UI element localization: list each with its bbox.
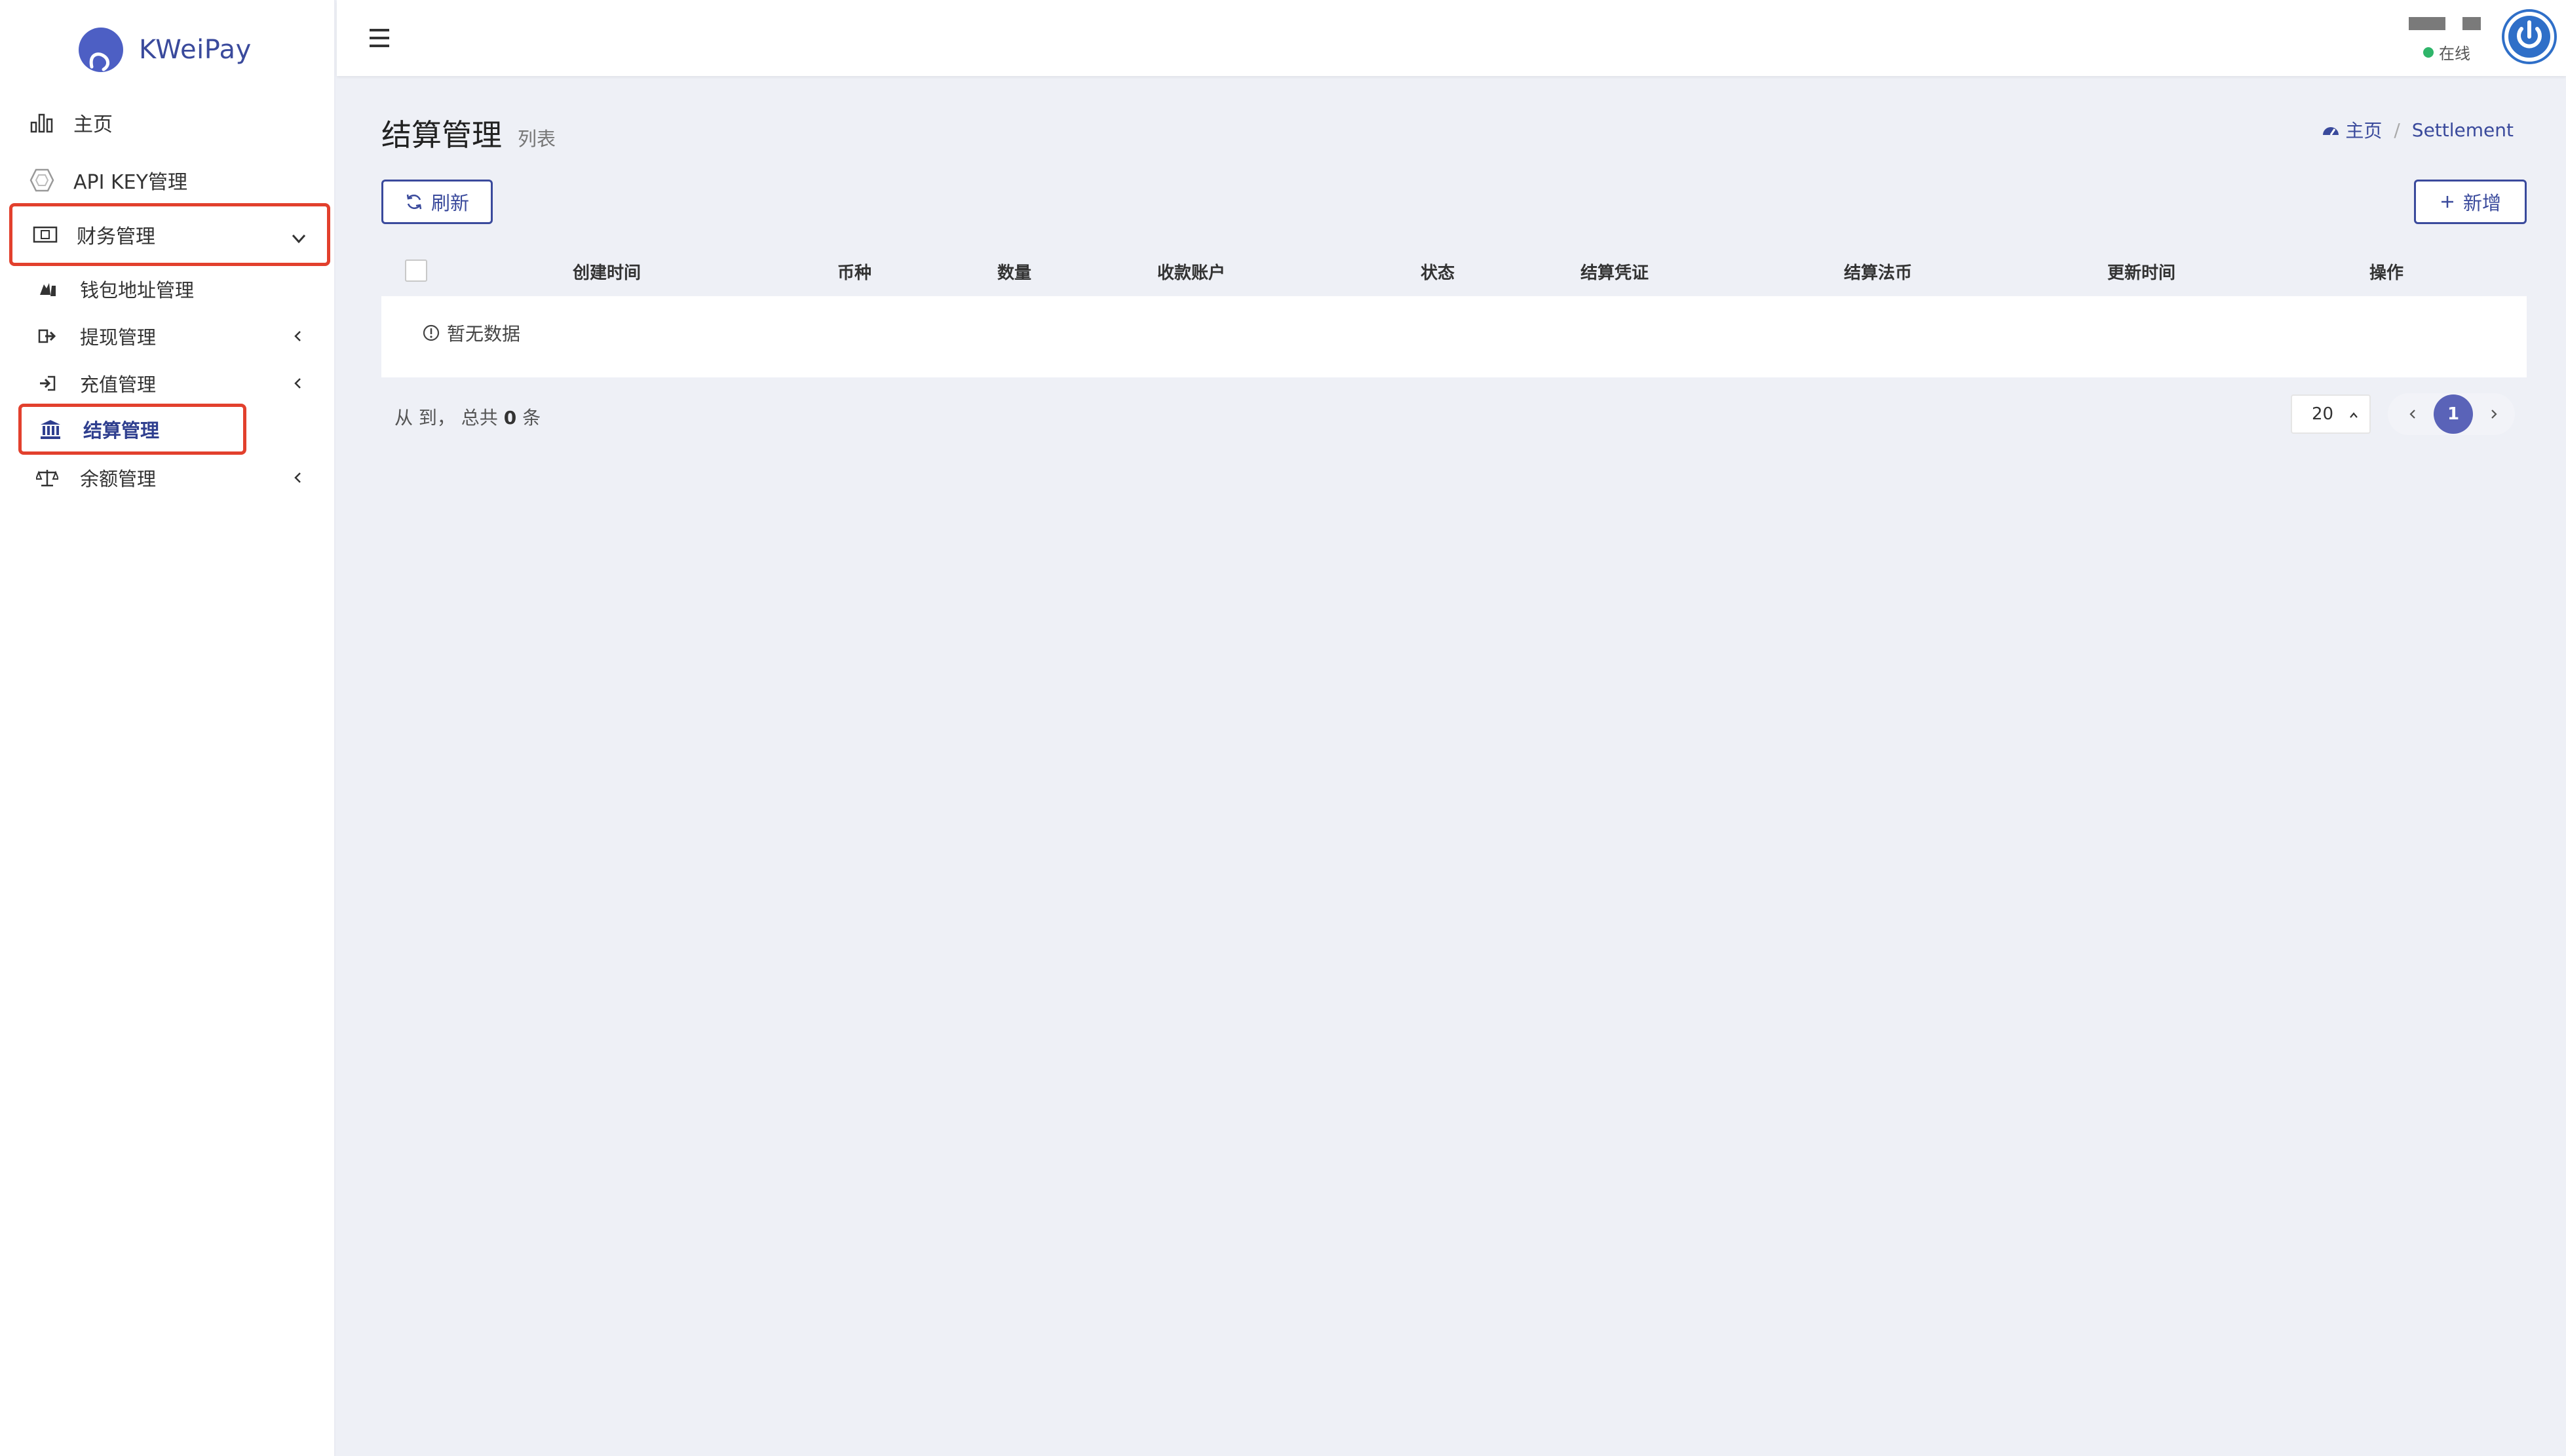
wallet-icon: [35, 277, 59, 301]
sidebar-item-label: 结算管理: [83, 419, 160, 442]
sidebar-item-withdraw[interactable]: 提现管理: [18, 313, 318, 359]
topbar: 在线: [337, 0, 2566, 76]
money-icon: [32, 221, 58, 248]
page-header: 结算管理 列表: [381, 111, 556, 155]
online-dot-icon: [2423, 47, 2434, 58]
sidebar-item-label: 充值管理: [80, 374, 157, 396]
refresh-button-label: 刷新: [431, 192, 469, 214]
sidebar-item-balance[interactable]: 余额管理: [18, 455, 318, 501]
bar-chart-icon: [29, 109, 55, 136]
add-button-label: 新增: [2462, 192, 2501, 214]
chevron-up-icon: [2350, 412, 2358, 418]
dashboard-icon: [2323, 127, 2339, 136]
sidebar-item-recharge[interactable]: 充值管理: [18, 360, 318, 406]
add-button[interactable]: 新增: [2414, 180, 2527, 224]
user-name-redacted: [2409, 17, 2445, 30]
sidebar-item-api-key[interactable]: API KEY管理: [9, 152, 330, 208]
breadcrumb-separator: /: [2394, 119, 2400, 141]
page-size-value: 20: [2312, 404, 2334, 424]
chevron-down-icon: [292, 234, 306, 244]
refresh-button[interactable]: 刷新: [381, 180, 493, 224]
hexagon-icon: [29, 167, 55, 193]
sidebar-item-wallet-address[interactable]: 钱包地址管理: [18, 266, 318, 312]
empty-state: 暂无数据: [422, 320, 520, 346]
power-avatar-icon[interactable]: [2502, 9, 2557, 64]
user-info[interactable]: 在线: [2409, 14, 2487, 64]
pagination-summary-suffix: 条: [522, 407, 541, 429]
sidebar-item-label: 钱包地址管理: [80, 279, 195, 301]
chevron-left-icon: [294, 378, 301, 389]
column-header-receiving-account[interactable]: 收款账户: [1157, 259, 1225, 284]
pagination-total: 0: [503, 407, 517, 429]
sidebar: KWeiPay 主页 API KEY管理 财务管理 钱包地址管理 提现管理 充值…: [0, 0, 335, 1456]
brand-name: KWeiPay: [139, 35, 252, 65]
pagination-summary-prefix: 从 到， 总共: [394, 407, 498, 429]
settlement-table: 创建时间 币种 数量 收款账户 状态 结算凭证 结算法币 更新时间 操作 暂无数…: [381, 244, 2527, 377]
column-header-actions: 操作: [2369, 263, 2404, 283]
online-status-label: 在线: [2439, 45, 2470, 63]
previous-page-button[interactable]: [2396, 397, 2430, 431]
app-root: KWeiPay 主页 API KEY管理 财务管理 钱包地址管理 提现管理 充值…: [0, 0, 2566, 1456]
column-header-status[interactable]: 状态: [1421, 259, 1455, 284]
pagination: 1: [2388, 393, 2515, 435]
sidebar-item-label: 主页: [73, 113, 113, 136]
chevron-left-icon: [294, 331, 301, 341]
sidebar-item-label: 财务管理: [77, 225, 155, 248]
chevron-left-icon: [294, 472, 301, 483]
info-circle-icon: [423, 324, 440, 341]
bank-icon: [39, 417, 62, 441]
sidebar-item-label: API KEY管理: [73, 171, 187, 194]
sidebar-item-home[interactable]: 主页: [9, 94, 330, 151]
breadcrumb-current: Settlement: [2411, 119, 2514, 141]
breadcrumb: 主页 / Settlement: [2322, 117, 2514, 143]
chevron-right-icon: [2491, 410, 2497, 419]
column-header-currency[interactable]: 币种: [837, 259, 871, 284]
page-number-button[interactable]: 1: [2434, 394, 2473, 434]
breadcrumb-home-link[interactable]: 主页: [2322, 117, 2382, 143]
menu-bars-icon-line: [370, 45, 389, 47]
page-title: 结算管理: [381, 117, 502, 153]
balance-scale-icon: [35, 466, 59, 489]
column-header-created-time[interactable]: 创建时间: [573, 259, 641, 284]
sidebar-toggle-button[interactable]: [363, 21, 397, 55]
page-subtitle: 列表: [518, 128, 556, 150]
breadcrumb-home-label: 主页: [2345, 120, 2383, 142]
sidebar-item-label: 提现管理: [80, 326, 157, 349]
column-header-settlement-voucher[interactable]: 结算凭证: [1580, 259, 1649, 284]
user-name-redacted: [2462, 17, 2481, 30]
sidebar-item-finance[interactable]: 财务管理: [9, 203, 330, 266]
sign-in-icon: [35, 372, 59, 395]
online-status: 在线: [2423, 41, 2470, 64]
pagination-summary: 从 到， 总共 0 条: [394, 404, 541, 430]
empty-state-text: 暂无数据: [447, 323, 521, 345]
sign-out-icon: [35, 324, 59, 348]
chevron-left-icon: [2409, 410, 2415, 419]
brand[interactable]: KWeiPay: [77, 24, 252, 76]
select-all-checkbox[interactable]: [405, 259, 427, 282]
next-page-button[interactable]: [2477, 397, 2511, 431]
plus-icon: [2441, 196, 2453, 208]
kweipay-logo-icon: [79, 28, 123, 72]
column-header-amount[interactable]: 数量: [997, 259, 1031, 284]
column-header-settlement-fiat[interactable]: 结算法币: [1844, 259, 1912, 284]
refresh-icon: [406, 194, 422, 210]
table-header: 创建时间 币种 数量 收款账户 状态 结算凭证 结算法币 更新时间 操作: [381, 244, 2527, 296]
sidebar-item-settlement[interactable]: 结算管理: [18, 404, 246, 455]
column-header-updated-time[interactable]: 更新时间: [2107, 259, 2175, 284]
menu-bars-icon-line: [370, 37, 389, 39]
page-size-select[interactable]: 20: [2291, 394, 2371, 434]
table-body: 暂无数据: [388, 296, 2520, 372]
sidebar-item-label: 余额管理: [80, 468, 157, 490]
menu-bars-icon: [370, 29, 389, 31]
